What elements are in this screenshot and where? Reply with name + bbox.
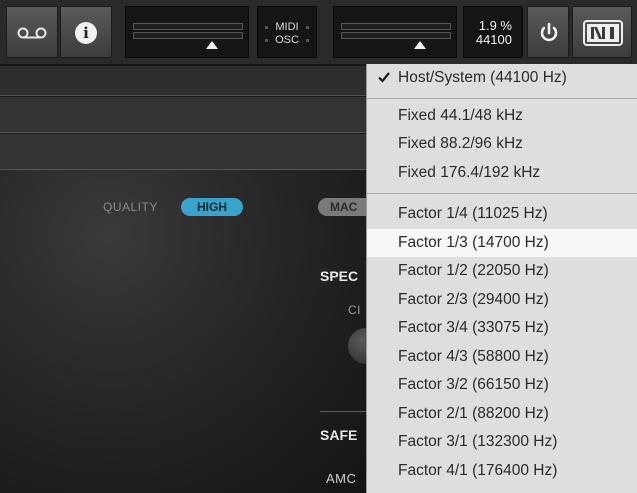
menu-item-label: Factor 4/1 (176400 Hz) — [398, 462, 558, 479]
menu-item-label: Fixed 176.4/192 kHz — [398, 164, 541, 181]
quality-label: QUALITY — [103, 200, 158, 214]
level-meter-top — [341, 23, 451, 30]
menu-item-factor-2-1[interactable]: Factor 2/1 (88200 Hz) — [367, 400, 637, 428]
cpu-meter: 1.9 % 44100 — [463, 6, 523, 58]
midi-out-led — [306, 26, 309, 29]
sample-rate-display: 44100 — [475, 32, 512, 47]
sample-rate-dropdown-menu: Host/System (44100 Hz) Fixed 44.1/48 kHz… — [366, 64, 637, 493]
slider-handle-icon[interactable] — [206, 41, 218, 49]
menu-item-fixed-176-192[interactable]: Fixed 176.4/192 kHz — [367, 159, 637, 187]
menu-item-factor-2-3[interactable]: Factor 2/3 (29400 Hz) — [367, 286, 637, 314]
menu-item-factor-3-1[interactable]: Factor 3/1 (132300 Hz) — [367, 428, 637, 456]
tab-strip-2[interactable] — [0, 133, 366, 170]
tab-strip-1[interactable] — [0, 96, 366, 133]
level-meter-top — [133, 23, 243, 30]
menu-item-label: Factor 1/2 (22050 Hz) — [398, 262, 549, 279]
slider-handle-icon[interactable] — [414, 41, 426, 49]
divider — [320, 411, 366, 412]
menu-separator — [367, 98, 637, 99]
menu-item-label: Host/System (44100 Hz) — [398, 69, 567, 86]
menu-separator — [367, 193, 637, 194]
knob[interactable] — [348, 328, 366, 364]
menu-item-factor-1-4[interactable]: Factor 1/4 (11025 Hz) — [367, 200, 637, 228]
spec-section-title: SPEC — [320, 268, 359, 284]
menu-item-fixed-44-48[interactable]: Fixed 44.1/48 kHz — [367, 102, 637, 130]
menu-item-label: Factor 2/3 (29400 Hz) — [398, 291, 549, 308]
cpu-load: 1.9 % — [478, 18, 512, 33]
level-meter-bottom — [341, 32, 451, 39]
midi-in-led — [265, 26, 268, 29]
menu-item-factor-1-2[interactable]: Factor 1/2 (22050 Hz) — [367, 257, 637, 285]
menu-item-fixed-88-96[interactable]: Fixed 88.2/96 kHz — [367, 130, 637, 158]
midi-osc-indicator[interactable]: MIDI OSC — [257, 6, 317, 58]
menu-item-factor-4-1[interactable]: Factor 4/1 (176400 Hz) — [367, 457, 637, 485]
safe-section-title: SAFE — [320, 427, 358, 443]
menu-item-label: Factor 3/1 (132300 Hz) — [398, 433, 558, 450]
ni-logo-button[interactable] — [572, 6, 632, 58]
mac-toggle[interactable]: MAC — [318, 198, 366, 216]
checkmark-icon — [378, 72, 390, 83]
ci-label: CI — [348, 303, 361, 317]
volume-slider-right[interactable] — [333, 6, 457, 58]
header-strip — [0, 65, 366, 96]
menu-item-label: Factor 1/4 (11025 Hz) — [398, 205, 548, 222]
menu-item-factor-3-2[interactable]: Factor 3/2 (66150 Hz) — [367, 371, 637, 399]
menu-item-factor-4-3[interactable]: Factor 4/3 (58800 Hz) — [367, 343, 637, 371]
amc-label: AMC — [326, 471, 357, 486]
menu-item-host-system[interactable]: Host/System (44100 Hz) — [367, 64, 637, 92]
quality-high-toggle[interactable]: HIGH — [181, 198, 243, 216]
info-icon: i — [75, 22, 97, 44]
menu-item-label: Factor 2/1 (88200 Hz) — [398, 405, 549, 422]
osc-out-led — [306, 39, 309, 42]
toolbar: i MIDI OSC 1.9 % 44100 — [0, 0, 637, 65]
power-icon — [540, 22, 558, 42]
settings-panel: QUALITY HIGH MAC SPEC CI SAFE AMC — [0, 170, 366, 493]
ni-logo-icon — [583, 20, 623, 46]
tape-deck-button[interactable] — [6, 6, 58, 58]
menu-item-label: Factor 3/2 (66150 Hz) — [398, 376, 549, 393]
level-meter-bottom — [133, 32, 243, 39]
menu-item-label: Fixed 44.1/48 kHz — [398, 107, 523, 124]
tape-icon — [17, 27, 47, 39]
menu-item-label: Fixed 88.2/96 kHz — [398, 135, 523, 152]
osc-in-led — [265, 39, 268, 42]
info-button[interactable]: i — [60, 6, 112, 58]
power-button[interactable] — [527, 6, 569, 58]
menu-item-label: Factor 4/3 (58800 Hz) — [398, 348, 549, 365]
menu-item-label: Factor 1/3 (14700 Hz) — [398, 234, 549, 251]
menu-item-factor-1-3[interactable]: Factor 1/3 (14700 Hz) — [367, 229, 637, 257]
volume-slider-left[interactable] — [125, 6, 249, 58]
menu-item-factor-3-4[interactable]: Factor 3/4 (33075 Hz) — [367, 314, 637, 342]
menu-item-label: Factor 3/4 (33075 Hz) — [398, 319, 549, 336]
